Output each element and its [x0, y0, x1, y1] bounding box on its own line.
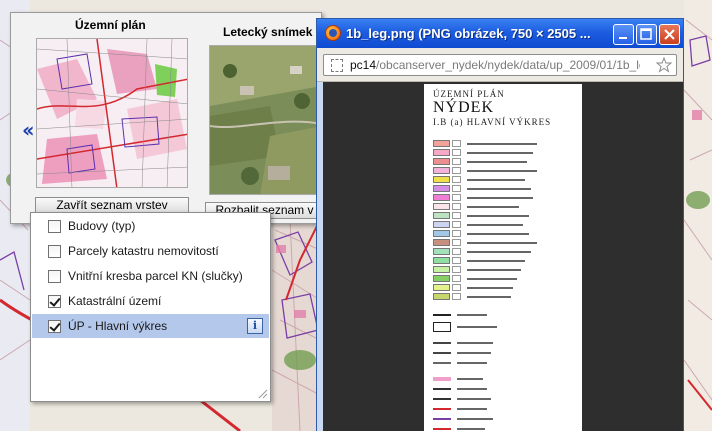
layer-checkbox[interactable] — [48, 219, 61, 233]
legend-swatch-row — [433, 239, 537, 246]
legend-swatch-row — [433, 167, 537, 174]
page-icon — [331, 59, 343, 72]
legend-swatch-row — [433, 194, 533, 201]
thumbnail-title: Letecký snímek 2 — [223, 25, 323, 39]
minimize-icon — [619, 37, 627, 39]
window-titlebar[interactable]: 1b_leg.png (PNG obrázek, 750 × 2505 ... — [317, 19, 683, 48]
image-viewer-window: 1b_leg.png (PNG obrázek, 750 × 2505 ... … — [316, 18, 684, 431]
legend-swatch-row — [433, 275, 517, 282]
legend-swatch-row — [433, 176, 525, 183]
minimize-button[interactable] — [613, 24, 634, 45]
legend-swatch-row — [433, 257, 525, 264]
legend-line-row — [433, 376, 483, 382]
map-switcher-panel: ‹‹ Územní plán Zavřít seznam vrstev Lete… — [10, 12, 323, 224]
layer-label: Parcely katastru nemovitostí — [68, 244, 219, 258]
layer-checkbox[interactable] — [48, 319, 61, 333]
url-host: pc14 — [350, 58, 377, 72]
thumbnail-image-letecky-snimek[interactable] — [209, 45, 321, 195]
layer-checkbox[interactable] — [48, 269, 61, 283]
thumbnail-title: Územní plán — [75, 18, 146, 32]
legend-line-row — [433, 312, 487, 318]
layer-label: Budovy (typ) — [68, 219, 136, 233]
layer-item-budovy[interactable]: Budovy (typ) — [32, 214, 269, 238]
layer-label: Vnitřní kresba parcel KN (slučky) — [68, 269, 243, 283]
url-field[interactable]: pc14/obcanserver_nydek/nydek/data/up_200… — [323, 54, 677, 76]
double-chevron-left-icon[interactable]: ‹‹ — [22, 118, 35, 142]
layer-checkbox[interactable] — [48, 294, 61, 308]
image-viewport[interactable]: ÚZEMNÍ PLÁN NÝDEK I.B (a) HLAVNÍ VÝKRES — [323, 82, 683, 431]
layer-item-parcely[interactable]: Parcely katastru nemovitostí — [32, 239, 269, 263]
legend-line-row — [433, 416, 493, 422]
close-icon — [664, 29, 675, 40]
legend-swatch-row — [433, 149, 533, 156]
url-text[interactable]: pc14/obcanserver_nydek/nydek/data/up_200… — [350, 58, 640, 72]
layer-item-vnitrni-kresba[interactable]: Vnitřní kresba parcel KN (slučky) — [32, 264, 269, 288]
window-title: 1b_leg.png (PNG obrázek, 750 × 2505 ... — [346, 26, 591, 41]
legend-swatch-row — [433, 185, 531, 192]
legend-line-row — [433, 350, 491, 356]
info-icon[interactable]: i — [247, 318, 263, 334]
layer-item-up-hlavni-vykres[interactable]: ÚP - Hlavní výkres i — [32, 314, 269, 338]
legend-line-row — [433, 406, 487, 412]
legend-line-row — [433, 360, 487, 366]
legend-swatch-row — [433, 284, 513, 291]
legend-swatch-row — [433, 266, 521, 273]
legend-line-row — [433, 322, 497, 332]
legend-image: ÚZEMNÍ PLÁN NÝDEK I.B (a) HLAVNÍ VÝKRES — [424, 84, 582, 431]
legend-swatch-row — [433, 248, 531, 255]
legend-line-row — [433, 386, 487, 392]
legend-swatch-row — [433, 212, 529, 219]
legend-line-row — [433, 426, 485, 431]
legend-subtitle: I.B (a) HLAVNÍ VÝKRES — [433, 117, 552, 127]
legend-swatch-row — [433, 230, 529, 237]
maximize-button[interactable] — [636, 24, 657, 45]
legend-line-row — [433, 396, 491, 402]
maximize-icon — [640, 28, 652, 40]
legend-swatch-row — [433, 293, 511, 300]
layer-label: ÚP - Hlavní výkres — [68, 319, 168, 333]
firefox-icon — [325, 25, 341, 41]
resize-grip-icon[interactable] — [256, 387, 268, 399]
layer-checkbox[interactable] — [48, 244, 61, 258]
legend-swatch-row — [433, 221, 523, 228]
legend-top-label: ÚZEMNÍ PLÁN — [433, 89, 505, 99]
legend-swatch-row — [433, 140, 537, 147]
url-path: /obcanserver_nydek/nydek/data/up_2009/01… — [376, 58, 640, 72]
bookmark-star-icon[interactable] — [655, 56, 673, 74]
legend-line-row — [433, 340, 493, 346]
close-button[interactable] — [659, 24, 680, 45]
layer-label: Katastrální území — [68, 294, 162, 308]
legend-swatch-row — [433, 158, 527, 165]
legend-swatch-row — [433, 203, 519, 210]
address-bar: pc14/obcanserver_nydek/nydek/data/up_200… — [317, 48, 683, 82]
layer-list-panel: Budovy (typ) Parcely katastru nemovitost… — [30, 212, 271, 402]
thumbnail-image-uzemni-plan[interactable] — [36, 38, 188, 188]
legend-municipality-name: NÝDEK — [433, 99, 494, 116]
layer-item-katastralni-uzemi[interactable]: Katastrální území — [32, 289, 269, 313]
